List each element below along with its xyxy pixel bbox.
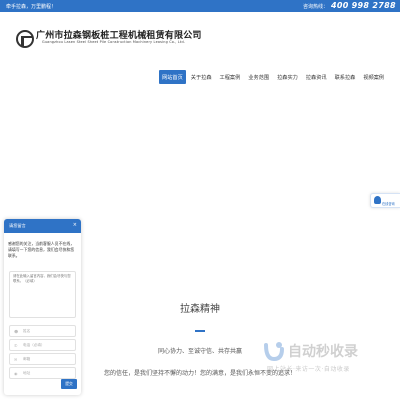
online-consult-label: 在线咨询 (382, 202, 395, 206)
phone-placeholder: 电话（必填） (23, 343, 45, 347)
main-nav: 网站首页 关于拉森 工程案例 业务范围 拉森实力 拉森资讯 联系拉森 视频案例 (159, 70, 389, 84)
nav-item-about[interactable]: 关于拉森 (188, 70, 215, 84)
nav-item-strength[interactable]: 拉森实力 (274, 70, 301, 84)
nav-item-news[interactable]: 拉森资讯 (303, 70, 330, 84)
top-bar: 牵手拉森，万里鹏程！ 咨询热线： 400 998 2788 (0, 0, 400, 12)
section-title: 拉森精神 (180, 304, 220, 315)
email-field[interactable]: ✉ 邮箱 (9, 353, 76, 365)
section-divider (195, 330, 205, 332)
close-icon[interactable]: × (73, 222, 77, 229)
page: 牵手拉森，万里鹏程！ 咨询热线： 400 998 2788 广州市拉森钢板桩工程… (0, 0, 400, 400)
company-motto: 同心协力、至诚守信、共存共赢 (157, 348, 242, 355)
location-icon: ◉ (14, 371, 18, 376)
watermark-text: 自动秒收录 (288, 344, 358, 360)
message-widget-title: 请您留言 (9, 223, 26, 228)
hotline-label: 咨询热线： (303, 4, 329, 10)
company-logo-icon[interactable] (16, 30, 34, 48)
address-placeholder: 地址 (23, 371, 31, 375)
name-field[interactable]: ☻ 姓名 (9, 325, 76, 337)
online-consult-button[interactable]: 在线咨询 (370, 193, 400, 208)
hotline-phone[interactable]: 400 998 2788 (331, 1, 396, 10)
agent-avatar-icon (374, 196, 381, 204)
message-widget-header: 请您留言 × (4, 219, 81, 233)
message-textarea[interactable] (9, 271, 76, 318)
nav-item-videos[interactable]: 视频案例 (360, 70, 387, 84)
nav-item-home[interactable]: 网站首页 (159, 70, 186, 84)
submit-button[interactable]: 提交 (61, 379, 77, 389)
nav-item-cases[interactable]: 工程案例 (217, 70, 244, 84)
message-widget-greeting: 感谢您的关注，当前客服人员不在线，请填写一下您的信息，我们会尽快和您联系。 (8, 241, 75, 259)
address-field[interactable]: ◉ 地址 (9, 367, 76, 379)
email-placeholder: 邮箱 (23, 357, 31, 361)
company-name-en: Guangzhou Lasen Steel Sheet Pile Constru… (42, 40, 186, 44)
watermark-subtext: 网上站长·来访一次·自动收录 (267, 366, 350, 373)
phone-icon: ✆ (14, 343, 18, 348)
watermark-logo-icon (264, 342, 284, 362)
nav-item-contact[interactable]: 联系拉森 (332, 70, 359, 84)
phone-field[interactable]: ✆ 电话（必填） (9, 339, 76, 351)
message-widget: 请您留言 × 感谢您的关注，当前客服人员不在线，请填写一下您的信息，我们会尽快和… (4, 219, 81, 395)
user-icon: ☻ (14, 329, 19, 334)
welcome-text: 牵手拉森，万里鹏程！ (6, 4, 57, 10)
name-placeholder: 姓名 (23, 329, 31, 333)
email-icon: ✉ (14, 357, 18, 362)
nav-item-business[interactable]: 业务范围 (245, 70, 272, 84)
